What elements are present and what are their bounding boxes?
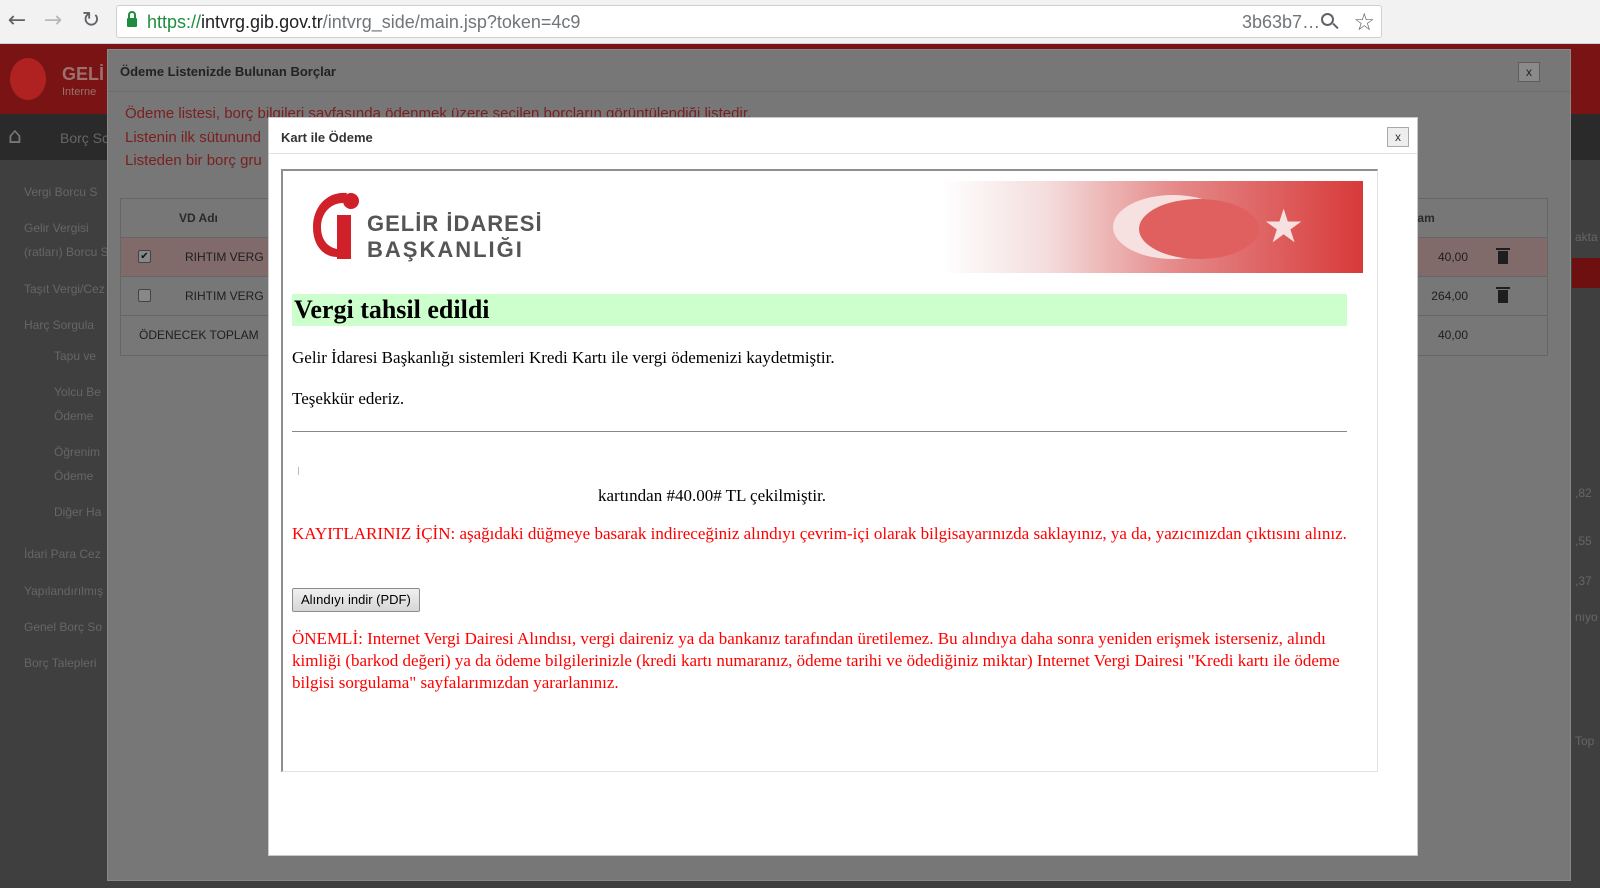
trash-icon[interactable] [1496, 248, 1510, 264]
right-edge-text: Top [1575, 734, 1595, 748]
sidebar-item[interactable]: Borç Talepleri [24, 651, 114, 675]
info-message: Listeden bir borç gru [125, 152, 262, 169]
sidebar-item[interactable]: Harç Sorgula [24, 313, 114, 337]
card-payment-modal-title: Kart ile Ödeme [281, 130, 373, 145]
gib-logo-icon [313, 192, 359, 259]
url-tail: 3b63b7… [1242, 12, 1321, 32]
row-vd-name: RIHTIM VERG [185, 250, 264, 264]
info-message: Listenin ilk sütunund [125, 129, 261, 146]
payment-list-modal-title: Ödeme Listenizde Bulunan Borçlar [120, 64, 336, 79]
right-edge-block [1572, 258, 1600, 288]
card-payment-close-button[interactable]: x [1387, 127, 1409, 147]
url-host: intvrg.gib.gov.tr [201, 12, 323, 32]
sidebar-item[interactable]: Yapılandırılmış [24, 579, 114, 603]
nav-item[interactable]: Borç Sc [60, 130, 109, 146]
sidebar-item[interactable]: Genel Borç So [24, 615, 114, 639]
right-edge-text: nıyo [1575, 610, 1598, 624]
right-edge-text: ,37 [1575, 574, 1592, 588]
right-edge-text: ,55 [1575, 534, 1592, 548]
payment-list-modal-header: Ödeme Listenizde Bulunan Borçlar x [108, 50, 1570, 92]
broken-image-icon [298, 467, 302, 475]
sidebar-item[interactable]: İdari Para Cez [24, 542, 114, 566]
site-logo-text: GELİ [62, 64, 105, 84]
card-payment-modal-header: Kart ile Ödeme x [269, 118, 1417, 154]
forward-arrow-icon[interactable]: → [40, 8, 66, 34]
download-receipt-pdf-button[interactable]: Alındıyı indir (PDF) [292, 588, 420, 612]
home-icon[interactable]: ⌂ [8, 124, 22, 149]
payment-list-close-button[interactable]: x [1518, 62, 1540, 82]
total-label: ÖDENECEK TOPLAM [139, 328, 259, 342]
receipt-frame: GELİR İDARESİ BAŞKANLIĞI ★ Vergi tahsil … [281, 169, 1378, 772]
column-header-vd: VD Adı [179, 211, 218, 225]
turkish-flag-banner: ★ [943, 181, 1363, 273]
trash-icon[interactable] [1496, 287, 1510, 303]
thanks-text: Teşekkür ederiz. [292, 389, 405, 408]
flag-star-icon: ★ [1263, 199, 1305, 253]
sidebar-item[interactable]: Öğrenim Ödeme [54, 440, 104, 488]
total-value: 40,00 [1437, 328, 1468, 342]
lock-icon[interactable] [127, 11, 137, 28]
sidebar-item[interactable]: Gelir Vergisi (ratları) Borcu S [24, 216, 114, 264]
sidebar-item[interactable]: Vergi Borcu S [24, 180, 114, 204]
right-edge-text: ,82 [1575, 486, 1592, 500]
records-note: KAYITLARINIZ İÇİN: aşağıdaki düğmeye bas… [292, 524, 1347, 543]
charged-amount-text: kartından #40.00# TL çekilmiştir. [598, 486, 827, 505]
row-total: 40,00 [1437, 250, 1468, 264]
row-vd-name: RIHTIM VERG [185, 289, 264, 303]
url-text: https://intvrg.gib.gov.tr/intvrg_side/ma… [147, 12, 580, 33]
important-note: ÖNEMLİ: Internet Vergi Dairesi Alındısı,… [292, 629, 1340, 692]
address-bar[interactable]: https://intvrg.gib.gov.tr/intvrg_side/ma… [116, 5, 1382, 38]
url-scheme: https:// [147, 12, 202, 32]
sidebar-item[interactable]: Taşıt Vergi/Cez [24, 277, 114, 301]
zoom-icon[interactable] [1321, 13, 1339, 31]
row-total: 264,00 [1431, 289, 1468, 303]
reload-icon[interactable]: ↻ [78, 8, 104, 34]
url-path: /intvrg_side/main.jsp?token=4c9 [322, 12, 581, 32]
row-checkbox[interactable] [138, 289, 151, 302]
right-edge-text: akta [1575, 230, 1598, 244]
logo-text-line2: BAŞKANLIĞI [367, 237, 524, 262]
status-title: Vergi tahsil edildi [294, 295, 490, 324]
status-banner: Vergi tahsil edildi [292, 294, 1347, 326]
back-arrow-icon[interactable]: ← [4, 8, 30, 34]
site-logo-subtitle: Interne [62, 86, 97, 98]
sidebar-item[interactable]: Yolcu Be Ödeme [54, 380, 104, 428]
site-logo-icon [10, 58, 46, 100]
divider [292, 431, 1347, 432]
logo-text-line1: GELİR İDARESİ [367, 211, 543, 236]
confirmation-text: Gelir İdaresi Başkanlığı sistemleri Kred… [292, 348, 835, 367]
card-payment-modal: Kart ile Ödeme x GELİR İDARESİ BAŞKANLIĞ… [268, 117, 1418, 856]
row-checkbox[interactable]: ✔ [138, 250, 151, 263]
bookmark-star-icon[interactable]: ☆ [1353, 8, 1375, 36]
browser-toolbar: ← → ↻ https://intvrg.gib.gov.tr/intvrg_s… [0, 0, 1600, 44]
